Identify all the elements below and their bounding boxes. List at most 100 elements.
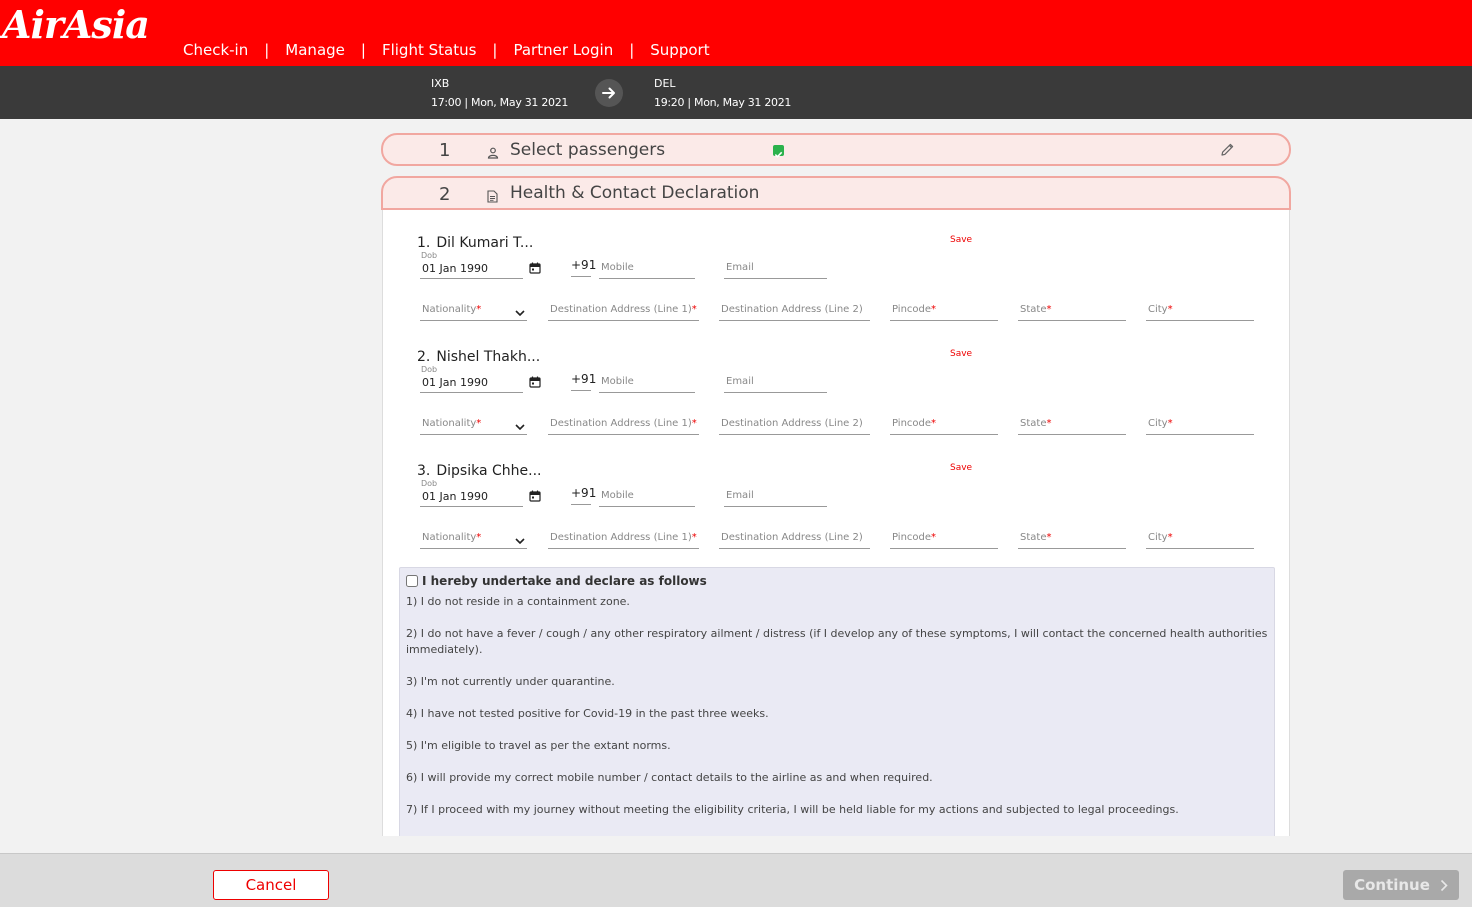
nationality-select[interactable]: Nationality*	[420, 529, 527, 549]
passenger-name: 3. Dipsika Chhe...	[417, 463, 541, 479]
declaration-heading-text: I hereby undertake and declare as follow…	[422, 574, 707, 588]
step-select-passengers[interactable]: 1 Select passengers	[381, 133, 1291, 166]
required-mark: *	[691, 304, 697, 315]
step-health-declaration[interactable]: 2 Health & Contact Declaration	[381, 176, 1291, 210]
mobile-placeholder: Mobile	[601, 490, 634, 501]
dob-field[interactable]: 01 Jan 1990	[420, 487, 523, 507]
mobile-placeholder: Mobile	[601, 262, 634, 273]
calendar-icon[interactable]	[529, 373, 541, 392]
required-mark: *	[1167, 418, 1173, 429]
dob-field[interactable]: 01 Jan 1990	[420, 373, 523, 393]
mobile-input[interactable]: Mobile	[599, 259, 695, 279]
address-line1-input[interactable]: Destination Address (Line 1)*	[548, 301, 699, 321]
mobile-placeholder: Mobile	[601, 376, 634, 387]
mobile-input[interactable]: Mobile	[599, 373, 695, 393]
nav-check-in[interactable]: Check-in	[183, 41, 248, 59]
mobile-input[interactable]: Mobile	[599, 487, 695, 507]
email-input[interactable]: Email	[724, 259, 827, 279]
declaration-point: 2) I do not have a fever / cough / any o…	[406, 627, 1268, 656]
state-input[interactable]: State*	[1018, 529, 1126, 549]
chevron-down-icon	[515, 534, 525, 547]
passenger-row: 2. Nishel Thakh... Save Dob 01 Jan 1990 +…	[383, 349, 1289, 459]
email-placeholder: Email	[726, 490, 754, 501]
step-title: Health & Contact Declaration	[510, 183, 760, 203]
pincode-input[interactable]: Pincode*	[890, 529, 998, 549]
city-input[interactable]: City*	[1146, 529, 1254, 549]
city-input[interactable]: City*	[1146, 301, 1254, 321]
save-link[interactable]: Save	[950, 463, 972, 473]
nav-separator: |	[629, 41, 635, 59]
passenger-name-text: Dipsika Chhe...	[436, 463, 542, 479]
continue-label: Continue	[1354, 876, 1430, 894]
address-line1-placeholder: Destination Address (Line 1)	[550, 418, 692, 429]
declaration-point: 5) I'm eligible to travel as per the ext…	[406, 739, 671, 752]
address-line2-input[interactable]: Destination Address (Line 2)	[719, 301, 870, 321]
edit-pencil-icon[interactable]	[1220, 142, 1235, 161]
state-input[interactable]: State*	[1018, 415, 1126, 435]
email-input[interactable]: Email	[724, 487, 827, 507]
nav-manage[interactable]: Manage	[285, 41, 345, 59]
dob-value: 01 Jan 1990	[422, 376, 488, 389]
city-placeholder: City	[1148, 532, 1168, 543]
address-line2-placeholder: Destination Address (Line 2)	[721, 418, 863, 429]
email-input[interactable]: Email	[724, 373, 827, 393]
chevron-down-icon	[515, 420, 525, 433]
origin-time: 17:00 | Mon, May 31 2021	[431, 96, 569, 109]
required-mark: *	[691, 532, 697, 543]
step-number: 1	[439, 140, 451, 161]
passenger-index: 2.	[417, 349, 431, 365]
nav-support[interactable]: Support	[650, 41, 709, 59]
pincode-input[interactable]: Pincode*	[890, 415, 998, 435]
save-link[interactable]: Save	[950, 349, 972, 359]
checkmark-icon	[773, 145, 784, 158]
state-placeholder: State	[1020, 532, 1047, 543]
dob-value: 01 Jan 1990	[422, 262, 488, 275]
declaration-heading[interactable]: I hereby undertake and declare as follow…	[406, 574, 1268, 588]
passenger-name-text: Nishel Thakh...	[436, 349, 541, 365]
declaration-checkbox[interactable]	[406, 575, 418, 587]
address-line2-input[interactable]: Destination Address (Line 2)	[719, 415, 870, 435]
email-placeholder: Email	[726, 376, 754, 387]
state-input[interactable]: State*	[1018, 301, 1126, 321]
declaration-point: 7) If I proceed with my journey without …	[406, 803, 1179, 816]
pincode-input[interactable]: Pincode*	[890, 301, 998, 321]
required-mark: *	[1046, 304, 1052, 315]
nav-flight-status[interactable]: Flight Status	[382, 41, 476, 59]
address-line1-input[interactable]: Destination Address (Line 1)*	[548, 529, 699, 549]
pincode-placeholder: Pincode	[892, 418, 932, 429]
nationality-placeholder: Nationality	[422, 304, 477, 315]
country-code-select[interactable]: +91	[571, 486, 596, 505]
nav-separator: |	[264, 41, 270, 59]
city-placeholder: City	[1148, 418, 1168, 429]
pincode-placeholder: Pincode	[892, 532, 932, 543]
nationality-select[interactable]: Nationality*	[420, 301, 527, 321]
nationality-placeholder: Nationality	[422, 418, 477, 429]
continue-button[interactable]: Continue	[1343, 870, 1459, 900]
calendar-icon[interactable]	[529, 259, 541, 278]
required-mark: *	[1167, 532, 1173, 543]
country-code-select[interactable]: +91	[571, 258, 596, 277]
passenger-row: 1. Dil Kumari T... Save Dob 01 Jan 1990 +…	[383, 235, 1289, 345]
destination-time: 19:20 | Mon, May 31 2021	[654, 96, 792, 109]
passenger-name: 2. Nishel Thakh...	[417, 349, 540, 365]
flight-summary-bar: IXB 17:00 | Mon, May 31 2021 DEL 19:20 |…	[0, 66, 1472, 119]
footer-bar: Cancel Continue	[0, 853, 1472, 907]
address-line2-input[interactable]: Destination Address (Line 2)	[719, 529, 870, 549]
cancel-button[interactable]: Cancel	[213, 870, 329, 900]
country-code-select[interactable]: +91	[571, 372, 596, 391]
address-line2-placeholder: Destination Address (Line 2)	[721, 532, 863, 543]
calendar-icon[interactable]	[529, 487, 541, 506]
state-placeholder: State	[1020, 418, 1047, 429]
required-mark: *	[931, 418, 937, 429]
declaration-point: 1) I do not reside in a containment zone…	[406, 595, 630, 608]
nav-partner-login[interactable]: Partner Login	[513, 41, 613, 59]
required-mark: *	[1046, 532, 1052, 543]
airasia-logo[interactable]: AirAsia	[2, 2, 150, 47]
required-mark: *	[1167, 304, 1173, 315]
nationality-select[interactable]: Nationality*	[420, 415, 527, 435]
city-input[interactable]: City*	[1146, 415, 1254, 435]
address-line1-input[interactable]: Destination Address (Line 1)*	[548, 415, 699, 435]
save-link[interactable]: Save	[950, 235, 972, 245]
dob-field[interactable]: 01 Jan 1990	[420, 259, 523, 279]
dob-value: 01 Jan 1990	[422, 490, 488, 503]
